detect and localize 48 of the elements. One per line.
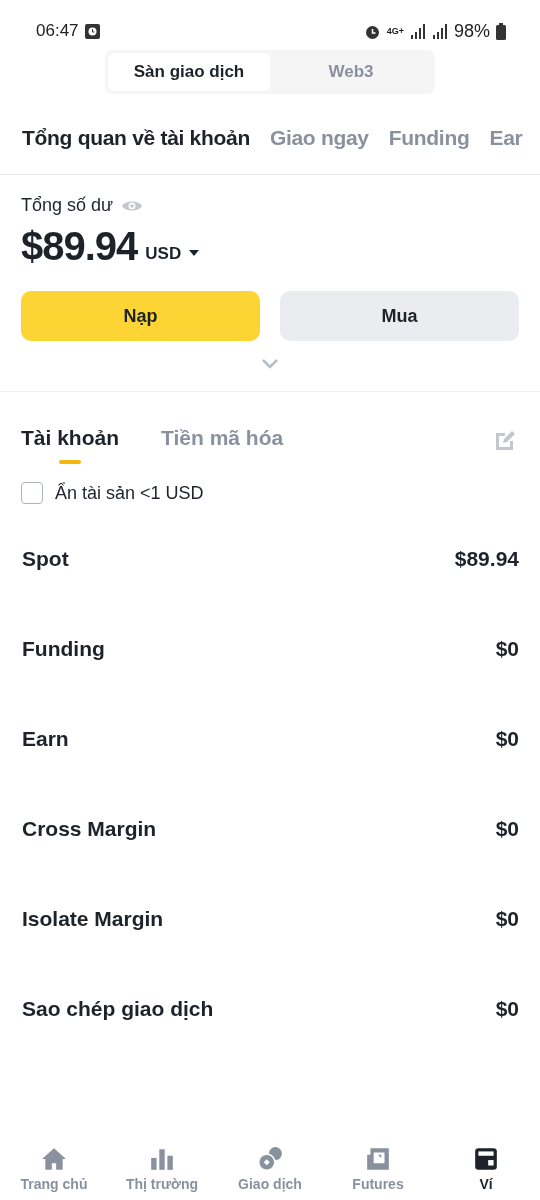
balance-amount: $89.94 bbox=[21, 224, 138, 269]
account-tab[interactable]: Tổng quan về tài khoản bbox=[22, 126, 250, 174]
account-value: $0 bbox=[495, 727, 519, 751]
account-tab[interactable]: Giao ngay bbox=[269, 126, 369, 174]
account-tab[interactable]: Ear bbox=[489, 126, 523, 174]
signal-icon bbox=[409, 23, 426, 39]
caret-icon[interactable] bbox=[189, 249, 200, 256]
account-name: Spot bbox=[22, 547, 69, 571]
account-tab[interactable]: Funding bbox=[388, 126, 470, 174]
nav-label[interactable]: Futures bbox=[352, 1176, 404, 1192]
nav-label[interactable]: Thị trường bbox=[125, 1176, 199, 1192]
account-name: Earn bbox=[22, 727, 69, 751]
account-value: $0 bbox=[495, 637, 519, 661]
nav-label[interactable]: Ví bbox=[479, 1176, 493, 1192]
asset-tab[interactable]: Tiền mã hóa bbox=[161, 426, 284, 450]
account-name: Funding bbox=[22, 637, 105, 661]
account-name: Sao chép giao dịch bbox=[22, 997, 214, 1021]
nav-label[interactable]: Giao dịch bbox=[238, 1176, 302, 1192]
wallet-icon bbox=[473, 1146, 499, 1172]
account-value: $0 bbox=[495, 907, 519, 931]
edit-icon[interactable] bbox=[494, 430, 516, 452]
account-name: Cross Margin bbox=[22, 817, 157, 841]
network-label: 4G+ bbox=[386, 26, 404, 36]
deposit-button[interactable]: Nạp bbox=[21, 291, 260, 341]
coins-icon bbox=[257, 1146, 283, 1172]
status-time: 06:47 bbox=[36, 21, 79, 41]
asset-tab[interactable]: Tài khoản bbox=[21, 426, 120, 450]
mode-tab[interactable]: Sàn giao dịch bbox=[108, 53, 270, 91]
account-value: $0 bbox=[495, 997, 519, 1021]
home-icon bbox=[41, 1146, 67, 1172]
chevron-down-icon[interactable] bbox=[262, 359, 278, 369]
battery-icon bbox=[496, 22, 506, 40]
clock-icon bbox=[84, 23, 100, 39]
checkbox[interactable] bbox=[21, 482, 43, 504]
account-value: $89.94 bbox=[454, 547, 519, 571]
currency-selector[interactable]: USD bbox=[145, 243, 182, 264]
checkbox-label: Ẩn tài sản <1 USD bbox=[55, 482, 204, 504]
account-value: $0 bbox=[495, 817, 519, 841]
tab-indicator bbox=[59, 460, 81, 464]
mode-tab[interactable]: Web3 bbox=[270, 53, 432, 91]
buy-button[interactable]: Mua bbox=[280, 291, 519, 341]
nav-label[interactable]: Trang chủ bbox=[20, 1176, 88, 1192]
balance-label: Tổng số dư bbox=[21, 195, 114, 216]
bar-chart-icon bbox=[149, 1146, 175, 1172]
chart-card-icon bbox=[365, 1146, 391, 1172]
account-name: Isolate Margin bbox=[22, 907, 164, 931]
battery-percent: 98% bbox=[453, 20, 490, 42]
signal-icon bbox=[431, 23, 448, 39]
